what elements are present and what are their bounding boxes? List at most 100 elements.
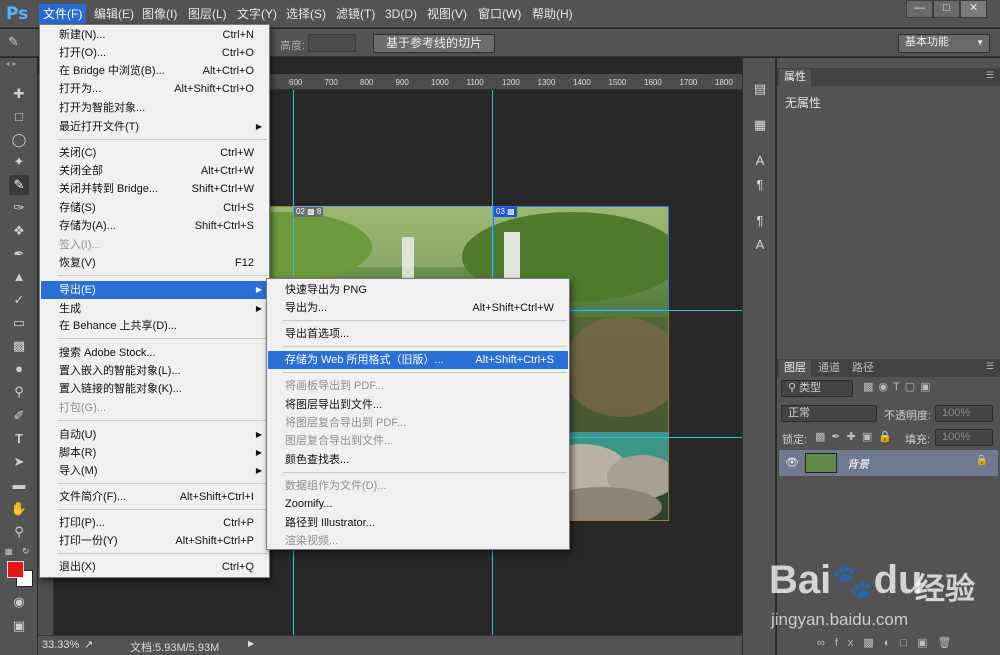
path-select-tool-icon[interactable]: ➤	[9, 452, 29, 472]
eye-icon[interactable]: 👁	[785, 456, 799, 469]
fill-field[interactable]: 100%	[935, 429, 993, 446]
marquee-tool-icon[interactable]: □	[9, 107, 29, 127]
horizontal-guide[interactable]	[569, 437, 742, 438]
menu-item-place-linked[interactable]: 置入链接的智能对象(K)...	[41, 380, 268, 398]
tab-paths[interactable]: 路径	[847, 360, 879, 377]
horizontal-guide[interactable]	[569, 310, 742, 311]
brush-tool-icon[interactable]: ✒	[9, 244, 29, 264]
layer-filter-select[interactable]: ⚲ 类型	[781, 380, 853, 397]
menu-item-generate[interactable]: 生成 ▶	[41, 300, 268, 318]
menu-item-zoomify[interactable]: Zoomify...	[268, 495, 568, 513]
menu-item-export-as[interactable]: 导出为... Alt+Shift+Ctrl+W	[268, 299, 568, 317]
move-tool-icon[interactable]: ✚	[9, 84, 29, 104]
tab-properties[interactable]: 属性	[779, 69, 811, 86]
menu-item-place-embedded[interactable]: 置入嵌入的智能对象(L)...	[41, 362, 268, 380]
menu-item-recent[interactable]: 最近打开文件(T) ▶	[41, 118, 268, 136]
character-styles-icon[interactable]: A	[751, 236, 769, 254]
menu-item-scripts[interactable]: 脚本(R) ▶	[41, 444, 268, 462]
workspace-select[interactable]: 基本功能 ▼	[898, 34, 990, 53]
lock-icons[interactable]: ▩✒✚▣🔒	[815, 430, 898, 443]
menu-item-behance[interactable]: 在 Behance 上共享(D)...	[41, 317, 268, 335]
menu-item-print-one[interactable]: 打印一份(Y) Alt+Shift+Ctrl+P	[41, 532, 268, 550]
menu-filter[interactable]: 滤镜(T)	[332, 4, 379, 24]
menu-item-open-as[interactable]: 打开为... Alt+Shift+Ctrl+O	[41, 80, 268, 98]
menu-3d[interactable]: 3D(D)	[381, 4, 421, 24]
default-colors-icon[interactable]: ▩	[5, 547, 15, 557]
guides-slice-button[interactable]: 基于参考线的切片	[373, 34, 495, 53]
export-status-icon[interactable]: ↗	[84, 638, 93, 651]
blur-tool-icon[interactable]: ●	[9, 359, 29, 379]
healing-brush-tool-icon[interactable]: ❖	[9, 221, 29, 241]
layer-row-background[interactable]: 👁 背景 🔒	[779, 450, 998, 476]
menu-item-close-all[interactable]: 关闭全部 Alt+Ctrl+W	[41, 162, 268, 180]
menu-item-exit[interactable]: 退出(X) Ctrl+Q	[41, 558, 268, 576]
paragraph-panel-icon[interactable]: ¶	[751, 176, 769, 194]
eyedropper-tool-icon[interactable]: ✑	[9, 198, 29, 218]
menu-item-save-for-web[interactable]: 存储为 Web 所用格式（旧版）... Alt+Shift+Ctrl+S	[268, 351, 568, 369]
menu-view[interactable]: 视图(V)	[423, 4, 471, 24]
menu-item-open[interactable]: 打开(O)... Ctrl+O	[41, 44, 268, 62]
menu-item-open-smart-object[interactable]: 打开为智能对象...	[41, 99, 268, 117]
menu-file[interactable]: 文件(F)	[39, 4, 87, 24]
eraser-tool-icon[interactable]: ▭	[9, 313, 29, 333]
pen-tool-preset-icon[interactable]: ✎	[8, 34, 28, 52]
pen-tool-icon[interactable]: ✐	[9, 406, 29, 426]
menu-item-new[interactable]: 新建(N)... Ctrl+N	[41, 26, 268, 44]
menu-type[interactable]: 文字(Y)	[233, 4, 281, 24]
menu-help[interactable]: 帮助(H)	[528, 4, 577, 24]
menu-select[interactable]: 选择(S)	[282, 4, 330, 24]
menu-item-layers-to-files[interactable]: 将图层导出到文件...	[268, 396, 568, 414]
layer-name[interactable]: 背景	[847, 456, 869, 472]
lasso-tool-icon[interactable]: ◯	[9, 130, 29, 150]
menu-edit[interactable]: 编辑(E)	[90, 4, 138, 24]
opacity-field[interactable]: 100%	[935, 405, 993, 422]
panel-menu-icon[interactable]: ☰	[986, 361, 994, 372]
menu-item-export[interactable]: 导出(E) ▶	[41, 281, 268, 299]
brush-preset-panel-icon[interactable]: ▦	[751, 116, 769, 134]
dodge-tool-icon[interactable]: ⚲	[9, 382, 29, 402]
menu-item-close-goto-bridge[interactable]: 关闭并转到 Bridge... Shift+Ctrl+W	[41, 180, 268, 198]
menu-item-paths-illustrator[interactable]: 路径到 Illustrator...	[268, 514, 568, 532]
hand-tool-icon[interactable]: ✋	[9, 499, 29, 519]
quick-mask-icon[interactable]: ◉	[9, 592, 29, 612]
menu-item-browse-bridge[interactable]: 在 Bridge 中浏览(B)... Alt+Ctrl+O	[41, 62, 268, 80]
close-icon[interactable]: ✕	[960, 0, 987, 18]
menu-item-save-as[interactable]: 存储为(A)... Shift+Ctrl+S	[41, 217, 268, 235]
stamp-tool-icon[interactable]: ▲	[9, 267, 29, 287]
paragraph-styles-icon[interactable]: ¶	[751, 212, 769, 230]
blend-mode-select[interactable]: 正常	[781, 405, 877, 422]
menu-item-color-lookup[interactable]: 颜色查找表...	[268, 451, 568, 469]
type-tool-icon[interactable]: T	[9, 429, 29, 449]
gradient-tool-icon[interactable]: ▩	[9, 336, 29, 356]
swap-colors-icon[interactable]: ↻	[22, 546, 32, 556]
menu-image[interactable]: 图像(I)	[138, 4, 181, 24]
zoom-tool-icon[interactable]: ⚲	[9, 522, 29, 542]
panel-collapse-icon[interactable]: ◄►	[4, 61, 34, 68]
status-menu-icon[interactable]: ▶	[248, 639, 254, 648]
menu-item-import[interactable]: 导入(M) ▶	[41, 462, 268, 480]
rectangle-tool-icon[interactable]: ▬	[9, 475, 29, 495]
foreground-color-swatch[interactable]	[7, 561, 24, 578]
slice-tool-icon[interactable]: ✎	[9, 175, 29, 195]
history-panel-icon[interactable]: ▤	[751, 80, 769, 98]
history-brush-tool-icon[interactable]: ✓	[9, 290, 29, 310]
quick-select-tool-icon[interactable]: ✦	[9, 152, 29, 172]
menu-item-file-info[interactable]: 文件简介(F)... Alt+Shift+Ctrl+I	[41, 488, 268, 506]
menu-item-close[interactable]: 关闭(C) Ctrl+W	[41, 144, 268, 162]
character-panel-icon[interactable]: A	[751, 152, 769, 170]
menu-item-adobe-stock[interactable]: 搜索 Adobe Stock...	[41, 344, 268, 362]
menu-item-save[interactable]: 存储(S) Ctrl+S	[41, 199, 268, 217]
menu-layer[interactable]: 图层(L)	[184, 4, 231, 24]
zoom-level[interactable]: 33.33%	[42, 639, 79, 651]
menu-window[interactable]: 窗口(W)	[474, 4, 525, 24]
height-field[interactable]	[308, 34, 356, 52]
menu-item-quick-export-png[interactable]: 快速导出为 PNG	[268, 281, 568, 299]
screen-mode-icon[interactable]: ▣	[9, 616, 29, 636]
menu-item-print[interactable]: 打印(P)... Ctrl+P	[41, 514, 268, 532]
minimize-icon[interactable]: —	[906, 0, 933, 18]
panel-menu-icon[interactable]: ☰	[986, 70, 994, 81]
menu-item-automate[interactable]: 自动(U) ▶	[41, 426, 268, 444]
maximize-icon[interactable]: □	[933, 0, 960, 18]
menu-item-revert[interactable]: 恢复(V) F12	[41, 254, 268, 272]
tab-channels[interactable]: 通道	[813, 360, 845, 377]
